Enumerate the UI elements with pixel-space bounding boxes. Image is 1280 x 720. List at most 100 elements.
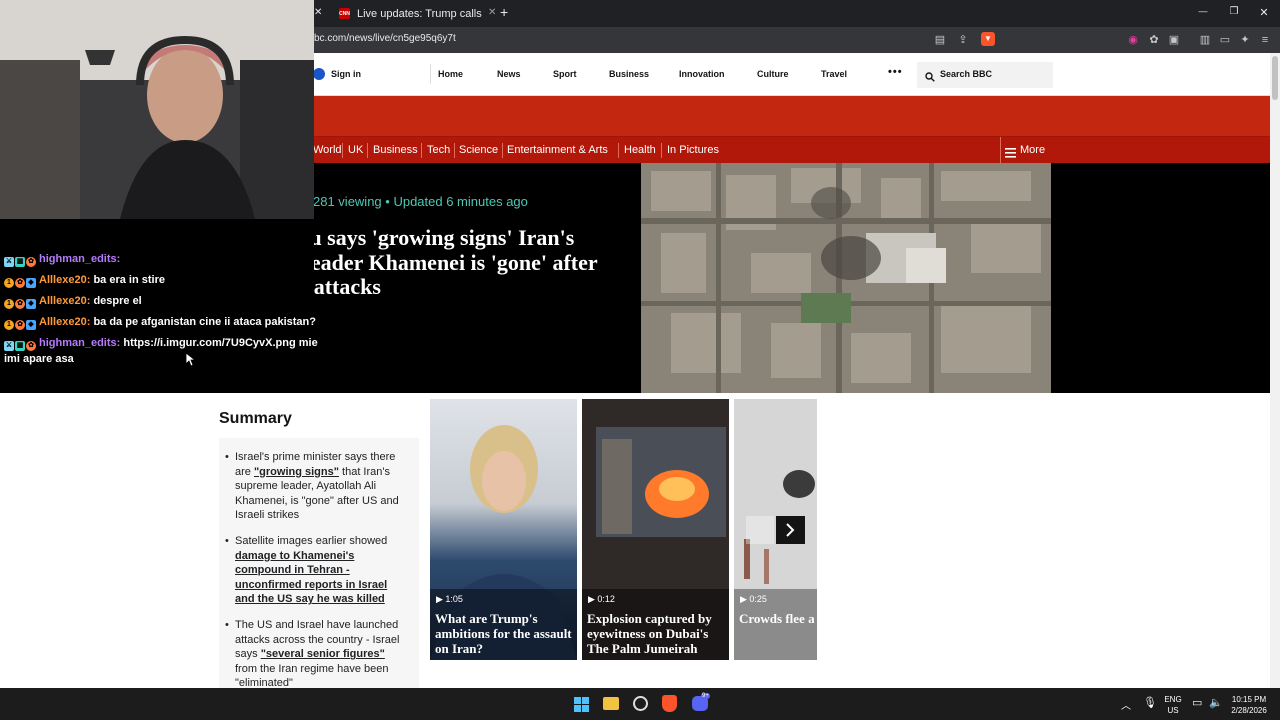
address-bar[interactable]: bc.com/news/live/cn5ge95q6y7t xyxy=(314,33,456,44)
subnav-entertainment[interactable]: Entertainment & Arts xyxy=(507,144,608,156)
chat-username[interactable]: highman_edits: xyxy=(39,337,120,349)
nav-sport[interactable]: Sport xyxy=(553,69,577,79)
nav-travel[interactable]: Travel xyxy=(821,69,847,79)
windows-start-icon[interactable] xyxy=(574,697,589,717)
chevron-up-icon[interactable]: ︿ xyxy=(1121,697,1131,712)
subnav-uk[interactable]: UK xyxy=(348,144,363,156)
cnn-favicon: CNN xyxy=(339,8,350,19)
vpn-icon[interactable]: ◉ xyxy=(1127,34,1139,46)
chat-text[interactable]: https://i.imgur.com/7U9CyvX.png mie xyxy=(123,337,317,349)
video-card[interactable]: ▶ 1:05 What are Trump's ambitions for th… xyxy=(430,399,577,660)
sub-badge-icon: ▦ xyxy=(15,341,25,351)
webcam-feed xyxy=(0,0,314,219)
sword-badge-icon: ⚔ xyxy=(4,341,14,351)
extensions-icon[interactable]: ✿ xyxy=(1148,34,1160,46)
taskbar: 9+ ︿ 🎙 ENG US ▭ 🔈 10:15 PM 2/28/2026 xyxy=(0,688,1280,720)
leo-ai-icon[interactable]: ✦ xyxy=(1239,34,1251,46)
subnav-business[interactable]: Business xyxy=(373,144,418,156)
duration-label: 0:25 xyxy=(749,594,767,604)
volume-icon[interactable]: 🔈 xyxy=(1209,696,1223,709)
tab-live-updates[interactable]: CNN Live updates: Trump calls for regime xyxy=(339,0,489,27)
chat-message: ⚔ ▦ ✿ highman_edits: https://i.imgur.com/7U… xyxy=(4,337,318,351)
lang-code: ENG xyxy=(1164,695,1182,704)
bullet-link[interactable]: "several senior figures" xyxy=(261,648,385,660)
prime-badge-icon: 1 xyxy=(4,299,14,309)
menu-icon[interactable]: ≡ xyxy=(1259,34,1271,46)
discord-badge: 9+ xyxy=(701,693,710,699)
brave-browser-icon[interactable] xyxy=(662,695,677,712)
minimize-button[interactable]: — xyxy=(1195,6,1211,16)
subnav-science[interactable]: Science xyxy=(459,144,498,156)
subnav-more[interactable]: More xyxy=(1020,144,1045,156)
satellite-image[interactable] xyxy=(641,163,1051,393)
hamburger-icon[interactable] xyxy=(1005,145,1016,163)
nav-innovation[interactable]: Innovation xyxy=(679,69,725,79)
chat-text: ba da pe afganistan cine ii ataca pakist… xyxy=(93,316,316,328)
file-explorer-icon[interactable] xyxy=(603,697,619,710)
chat-username[interactable]: Alllexe20: xyxy=(39,274,90,286)
reader-mode-icon[interactable]: ▤ xyxy=(934,34,946,46)
mouse-cursor-icon xyxy=(186,353,195,367)
sidebar-icon[interactable]: ▥ xyxy=(1199,34,1211,46)
subnav-divider xyxy=(342,143,343,158)
scrollbar-thumb[interactable] xyxy=(1272,56,1278,100)
gift-badge-icon: ✿ xyxy=(15,278,25,288)
subnav-in-pictures[interactable]: In Pictures xyxy=(667,144,719,156)
search-box[interactable]: Search BBC xyxy=(917,62,1053,88)
webcam-overlay xyxy=(0,0,314,219)
chat-message: ⚔ ▦ ✿ highman_edits: xyxy=(4,253,120,267)
new-tab-button[interactable]: + xyxy=(500,4,508,20)
more-menu-icon[interactable]: ••• xyxy=(888,66,903,78)
nav-divider xyxy=(430,64,431,84)
cube-badge-icon: ◆ xyxy=(26,320,36,330)
video-title: What are Trump's ambitions for the assau… xyxy=(435,611,572,656)
network-icon[interactable]: ▭ xyxy=(1192,696,1202,709)
video-title: Explosion captured by eyewitness on Duba… xyxy=(587,611,712,656)
microphone-icon[interactable]: 🎙 xyxy=(1143,696,1157,709)
chat-message: 1 ✿ ◆ Alllexe20: despre el xyxy=(4,295,142,309)
carousel-prev-button[interactable] xyxy=(746,516,774,544)
sign-in-link[interactable]: Sign in xyxy=(331,69,361,79)
prime-badge-icon: 1 xyxy=(4,278,14,288)
cube-badge-icon: ◆ xyxy=(26,299,36,309)
video-duration: ▶ 0:12 xyxy=(588,594,615,604)
carousel-next-button[interactable] xyxy=(776,516,805,544)
video-duration: ▶ 1:05 xyxy=(436,594,463,604)
subnav-divider xyxy=(367,143,368,158)
wallet-alt-icon[interactable]: ▭ xyxy=(1219,34,1231,46)
bullet-dot: • xyxy=(225,451,229,463)
nav-home[interactable]: Home xyxy=(438,69,463,79)
account-icon[interactable] xyxy=(313,68,325,80)
brave-shield-icon[interactable]: ▼ xyxy=(981,32,995,46)
nav-business[interactable]: Business xyxy=(609,69,649,79)
video-card[interactable]: ▶ 0:12 Explosion captured by eyewitness … xyxy=(582,399,729,660)
subnav-health[interactable]: Health xyxy=(624,144,656,156)
language-indicator[interactable]: ENG US xyxy=(1163,694,1183,716)
bullet-link[interactable]: "growing signs" xyxy=(254,466,339,478)
scrollbar[interactable] xyxy=(1270,53,1280,688)
tab-close-icon[interactable]: ✕ xyxy=(488,7,496,18)
clock[interactable]: 10:15 PM 2/28/2026 xyxy=(1228,694,1270,716)
wallet-icon[interactable]: ▣ xyxy=(1168,34,1180,46)
summary-box: • Israel's prime minister says there are… xyxy=(219,438,419,688)
nav-news[interactable]: News xyxy=(497,69,521,79)
chat-text-continuation: imi apare asa xyxy=(4,353,74,365)
subnav-world[interactable]: World xyxy=(313,144,342,156)
bullet-link[interactable]: damage to Khamenei's compound in Tehran … xyxy=(235,550,387,606)
chat-message: 1 ✿ ◆ Alllexe20: ba da pe afganistan cine i… xyxy=(4,316,316,330)
subnav-tech[interactable]: Tech xyxy=(427,144,450,156)
clock-time: 10:15 PM xyxy=(1231,695,1267,704)
close-tab-icon[interactable]: ✕ xyxy=(314,7,322,18)
chat-username[interactable]: Alllexe20: xyxy=(39,316,90,328)
nav-culture[interactable]: Culture xyxy=(757,69,789,79)
chat-username[interactable]: Alllexe20: xyxy=(39,295,90,307)
summary-bullet: • The US and Israel have launched attack… xyxy=(225,618,407,688)
bullet-dot: • xyxy=(225,535,229,547)
clock-date: 2/28/2026 xyxy=(1231,706,1267,715)
search-placeholder: Search BBC xyxy=(940,69,993,79)
share-icon[interactable]: ⇪ xyxy=(957,34,969,46)
obs-icon[interactable] xyxy=(633,696,648,711)
close-window-button[interactable]: ✕ xyxy=(1256,6,1272,19)
restore-button[interactable]: ❐ xyxy=(1226,6,1242,17)
chat-username[interactable]: highman_edits: xyxy=(39,253,120,265)
